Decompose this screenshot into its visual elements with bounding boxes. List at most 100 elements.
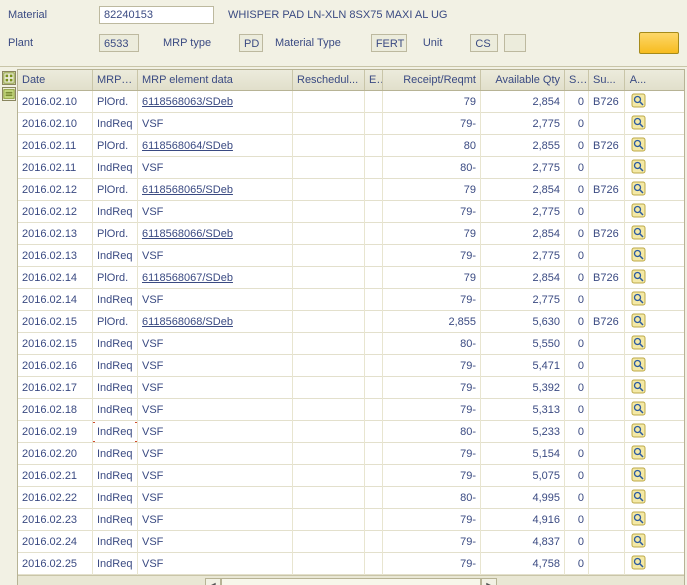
magnifier-icon[interactable]: [631, 291, 646, 306]
magnifier-icon[interactable]: [631, 225, 646, 240]
table-row[interactable]: 2016.02.14PlOrd.6118568067/SDeb792,8540B…: [18, 267, 684, 289]
magnifier-icon[interactable]: [631, 467, 646, 482]
table-row[interactable]: 2016.02.13IndReqVSF79-2,7750: [18, 245, 684, 267]
cell-details-button[interactable]: [625, 157, 651, 179]
cell-details-button[interactable]: [625, 355, 651, 377]
col-receipt-reqmt[interactable]: Receipt/Reqmt: [383, 70, 481, 90]
col-mrp-element-data[interactable]: MRP element data: [138, 70, 293, 90]
col-rescheduling[interactable]: Reschedul...: [293, 70, 365, 90]
table-row[interactable]: 2016.02.11PlOrd.6118568064/SDeb802,8550B…: [18, 135, 684, 157]
table-row[interactable]: 2016.02.14IndReqVSF79-2,7750: [18, 289, 684, 311]
magnifier-icon[interactable]: [631, 269, 646, 284]
cell-rescheduling: [293, 487, 365, 509]
cell-mrp-element-data: VSF: [138, 553, 293, 575]
show-overview-icon[interactable]: [2, 71, 16, 85]
magnifier-icon[interactable]: [631, 159, 646, 174]
magnifier-icon[interactable]: [631, 533, 646, 548]
cell-rescheduling: [293, 509, 365, 531]
cell-mrp-element: IndReq: [93, 421, 138, 443]
magnifier-icon[interactable]: [631, 203, 646, 218]
cell-details-button[interactable]: [625, 113, 651, 135]
magnifier-icon[interactable]: [631, 93, 646, 108]
cell-details-button[interactable]: [625, 487, 651, 509]
table-row[interactable]: 2016.02.10PlOrd.6118568063/SDeb792,8540B…: [18, 91, 684, 113]
scroll-track[interactable]: [221, 578, 481, 585]
magnifier-icon[interactable]: [631, 489, 646, 504]
magnifier-icon[interactable]: [631, 511, 646, 526]
table-row[interactable]: 2016.02.15PlOrd.6118568068/SDeb2,8555,63…: [18, 311, 684, 333]
table-row[interactable]: 2016.02.20IndReqVSF79-5,1540: [18, 443, 684, 465]
table-row[interactable]: 2016.02.24IndReqVSF79-4,8370: [18, 531, 684, 553]
cell-mrp-element-data[interactable]: 6118568068/SDeb: [138, 311, 293, 333]
table-row[interactable]: 2016.02.17IndReqVSF79-5,3920: [18, 377, 684, 399]
cell-details-button[interactable]: [625, 509, 651, 531]
cell-details-button[interactable]: [625, 245, 651, 267]
horizontal-scrollbar[interactable]: ◄ ►: [18, 575, 684, 585]
magnifier-icon[interactable]: [631, 379, 646, 394]
cell-details-button[interactable]: [625, 311, 651, 333]
table-row[interactable]: 2016.02.21IndReqVSF79-5,0750: [18, 465, 684, 487]
details-icon[interactable]: [2, 87, 16, 101]
col-date[interactable]: Date: [18, 70, 93, 90]
cell-details-button[interactable]: [625, 531, 651, 553]
magnifier-icon[interactable]: [631, 313, 646, 328]
cell-receipt-reqmt: 79-: [383, 399, 481, 421]
material-input[interactable]: [99, 6, 214, 24]
cell-details-button[interactable]: [625, 267, 651, 289]
magnifier-icon[interactable]: [631, 115, 646, 130]
cell-storage: 0: [565, 531, 589, 553]
table-row[interactable]: 2016.02.11IndReqVSF80-2,7750: [18, 157, 684, 179]
cell-details-button[interactable]: [625, 443, 651, 465]
scroll-left-icon[interactable]: ◄: [205, 578, 221, 585]
cell-mrp-element-data: VSF: [138, 509, 293, 531]
table-row[interactable]: 2016.02.22IndReqVSF80-4,9950: [18, 487, 684, 509]
table-row[interactable]: 2016.02.16IndReqVSF79-5,4710: [18, 355, 684, 377]
magnifier-icon[interactable]: [631, 423, 646, 438]
scroll-right-icon[interactable]: ►: [481, 578, 497, 585]
magnifier-icon[interactable]: [631, 401, 646, 416]
table-row[interactable]: 2016.02.12PlOrd.6118568065/SDeb792,8540B…: [18, 179, 684, 201]
cell-rescheduling: [293, 465, 365, 487]
table-row[interactable]: 2016.02.23IndReqVSF79-4,9160: [18, 509, 684, 531]
magnifier-icon[interactable]: [631, 137, 646, 152]
cell-details-button[interactable]: [625, 553, 651, 575]
col-supplier[interactable]: Su...: [589, 70, 625, 90]
cell-available-qty: 5,630: [481, 311, 565, 333]
magnifier-icon[interactable]: [631, 357, 646, 372]
action-button[interactable]: [639, 32, 679, 54]
table-row[interactable]: 2016.02.18IndReqVSF79-5,3130: [18, 399, 684, 421]
magnifier-icon[interactable]: [631, 555, 646, 570]
table-row[interactable]: 2016.02.10IndReqVSF79-2,7750: [18, 113, 684, 135]
table-row[interactable]: 2016.02.12IndReqVSF79-2,7750: [18, 201, 684, 223]
cell-details-button[interactable]: [625, 333, 651, 355]
cell-date: 2016.02.24: [18, 531, 93, 553]
cell-details-button[interactable]: [625, 399, 651, 421]
magnifier-icon[interactable]: [631, 445, 646, 460]
cell-mrp-element-data[interactable]: 6118568064/SDeb: [138, 135, 293, 157]
cell-details-button[interactable]: [625, 135, 651, 157]
table-row[interactable]: 2016.02.15IndReqVSF80-5,5500: [18, 333, 684, 355]
cell-details-button[interactable]: [625, 289, 651, 311]
cell-details-button[interactable]: [625, 201, 651, 223]
col-exception[interactable]: E...: [365, 70, 383, 90]
col-available-qty[interactable]: Available Qty: [481, 70, 565, 90]
col-action[interactable]: A...: [625, 70, 651, 90]
magnifier-icon[interactable]: [631, 181, 646, 196]
table-row[interactable]: 2016.02.25IndReqVSF79-4,7580: [18, 553, 684, 575]
cell-details-button[interactable]: [625, 465, 651, 487]
cell-mrp-element-data[interactable]: 6118568066/SDeb: [138, 223, 293, 245]
cell-details-button[interactable]: [625, 179, 651, 201]
cell-mrp-element-data[interactable]: 6118568067/SDeb: [138, 267, 293, 289]
cell-mrp-element-data[interactable]: 6118568063/SDeb: [138, 91, 293, 113]
magnifier-icon[interactable]: [631, 247, 646, 262]
col-storage[interactable]: S...: [565, 70, 589, 90]
col-mrp-element[interactable]: MRP ...: [93, 70, 138, 90]
table-row[interactable]: 2016.02.13PlOrd.6118568066/SDeb792,8540B…: [18, 223, 684, 245]
cell-details-button[interactable]: [625, 377, 651, 399]
cell-details-button[interactable]: [625, 91, 651, 113]
cell-details-button[interactable]: [625, 223, 651, 245]
cell-details-button[interactable]: [625, 421, 651, 443]
cell-mrp-element-data[interactable]: 6118568065/SDeb: [138, 179, 293, 201]
table-row[interactable]: 2016.02.19IndReqVSF80-5,2330: [18, 421, 684, 443]
magnifier-icon[interactable]: [631, 335, 646, 350]
